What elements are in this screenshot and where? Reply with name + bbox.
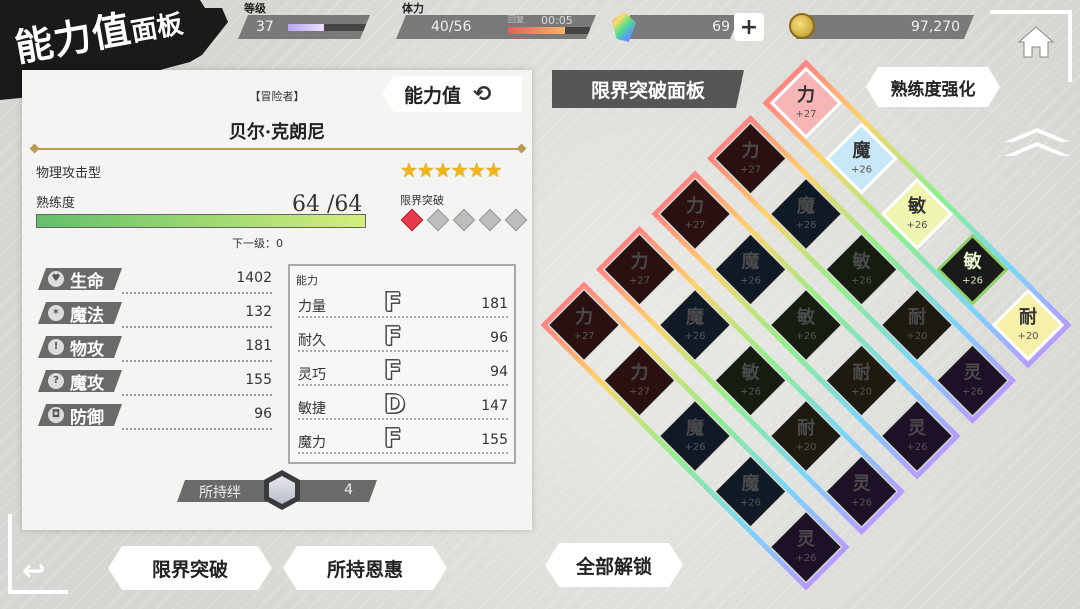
grid-cell-stat: 力 — [686, 196, 704, 217]
grid-cell-bonus: +26 — [906, 220, 927, 231]
grid-cell-locked[interactable]: 灵 +26 — [826, 456, 897, 527]
grid-cell-stat: 灵 — [908, 418, 927, 439]
grid-cell-stat: 敏 — [741, 362, 761, 384]
grid-cell-stat: 力 — [742, 141, 760, 162]
grid-cell-stat: 敏 — [963, 251, 983, 273]
grid-cell-locked[interactable]: 魔 +26 — [660, 290, 730, 360]
grid-cell-unlocked[interactable]: 敏 +26 — [880, 177, 954, 251]
grid-cell-stat: 灵 — [853, 474, 872, 495]
grid-cell-bonus: +27 — [795, 109, 816, 120]
grid-cell-locked[interactable]: 力 +27 — [604, 234, 675, 305]
grid-cell-locked[interactable]: 魔 +26 — [660, 401, 730, 471]
grid-cell-locked[interactable]: 力 +27 — [549, 290, 619, 360]
grid-cell-stat: 耐 — [908, 306, 926, 328]
grid-cell-stat: 力 — [797, 85, 815, 106]
grid-cell-available[interactable]: 敏 +26 — [936, 233, 1009, 306]
mastery-button[interactable]: 熟练度强化 — [866, 67, 1000, 107]
grid-cell-locked[interactable]: 灵 +26 — [882, 401, 952, 471]
grid-cell-stat: 魔 — [742, 473, 760, 495]
grid-cell-locked[interactable]: 灵 +26 — [937, 345, 1008, 416]
grid-cell-bonus: +26 — [795, 553, 816, 564]
grid-cell-locked[interactable]: 力 +27 — [660, 179, 730, 249]
grid-cell-stat: 魔 — [686, 417, 704, 439]
grid-cell-bonus: +27 — [629, 276, 650, 287]
grid-cell-bonus: +26 — [795, 220, 816, 231]
grid-cell-locked[interactable]: 耐 +20 — [771, 401, 841, 471]
grid-cell-locked[interactable]: 敏 +26 — [826, 234, 897, 305]
grid-cell-locked[interactable]: 魔 +26 — [715, 456, 786, 527]
grid-cell-bonus: +20 — [851, 387, 872, 398]
grid-cell-bonus: +20 — [795, 442, 816, 453]
grid-cell-unlocked[interactable]: 耐 +20 — [991, 288, 1065, 362]
grid-cell-locked[interactable]: 魔 +26 — [771, 179, 841, 249]
grid-cell-bonus: +26 — [740, 387, 761, 398]
grid-cell-stat: 耐 — [853, 362, 871, 384]
grid-cell-stat: 力 — [631, 363, 649, 384]
grid-cell-bonus: +26 — [962, 276, 983, 287]
grid-cell-locked[interactable]: 敏 +26 — [715, 345, 786, 416]
grid-cell-bonus: +27 — [573, 331, 594, 342]
grid-cell-stat: 力 — [575, 307, 593, 328]
grid-cell-bonus: +26 — [851, 276, 872, 287]
grid-cell-bonus: +20 — [906, 331, 927, 342]
grid-cell-bonus: +20 — [1017, 331, 1038, 342]
grid-cell-locked[interactable]: 灵 +26 — [771, 512, 841, 582]
grid-cell-stat: 耐 — [797, 417, 815, 439]
grid-cell-bonus: +27 — [740, 165, 761, 176]
grid-cell-locked[interactable]: 力 +27 — [604, 345, 675, 416]
grid-cell-stat: 力 — [631, 252, 649, 273]
grid-cell-bonus: +26 — [795, 331, 816, 342]
grid-cell-stat: 魔 — [742, 251, 760, 273]
grid-cell-stat: 耐 — [1019, 306, 1037, 328]
grid-cell-stat: 灵 — [964, 363, 983, 384]
grid-cell-stat: 魔 — [797, 195, 815, 217]
grid-cell-locked[interactable]: 力 +27 — [715, 123, 786, 194]
grid-cell-bonus: +26 — [851, 165, 872, 176]
grid-cell-locked[interactable]: 敏 +26 — [771, 290, 841, 360]
grid-cell-stat: 灵 — [797, 529, 816, 550]
grid-cell-bonus: +27 — [684, 220, 705, 231]
grid-cell-unlocked[interactable]: 魔 +26 — [825, 122, 898, 195]
grid-cell-stat: 魔 — [686, 306, 704, 328]
grid-cell-unlocked[interactable]: 力 +27 — [769, 66, 843, 140]
grid-cell-bonus: +27 — [629, 387, 650, 398]
grid-cell-stat: 敏 — [796, 306, 816, 328]
grid-cell-locked[interactable]: 魔 +26 — [715, 234, 786, 305]
grid-cell-bonus: +26 — [851, 498, 872, 509]
grid-cell-bonus: +26 — [740, 276, 761, 287]
grid-cell-locked[interactable]: 耐 +20 — [882, 290, 952, 360]
grid-cell-bonus: +26 — [684, 442, 705, 453]
grid-cell-bonus: +26 — [962, 387, 983, 398]
grid-cell-bonus: +26 — [906, 442, 927, 453]
grid-cell-stat: 敏 — [907, 195, 927, 217]
grid-cell-bonus: +26 — [684, 331, 705, 342]
grid-cell-bonus: +26 — [740, 498, 761, 509]
grid-cell-locked[interactable]: 耐 +20 — [826, 345, 897, 416]
grid-cell-stat: 敏 — [852, 251, 872, 273]
grid-cell-stat: 魔 — [853, 140, 871, 162]
